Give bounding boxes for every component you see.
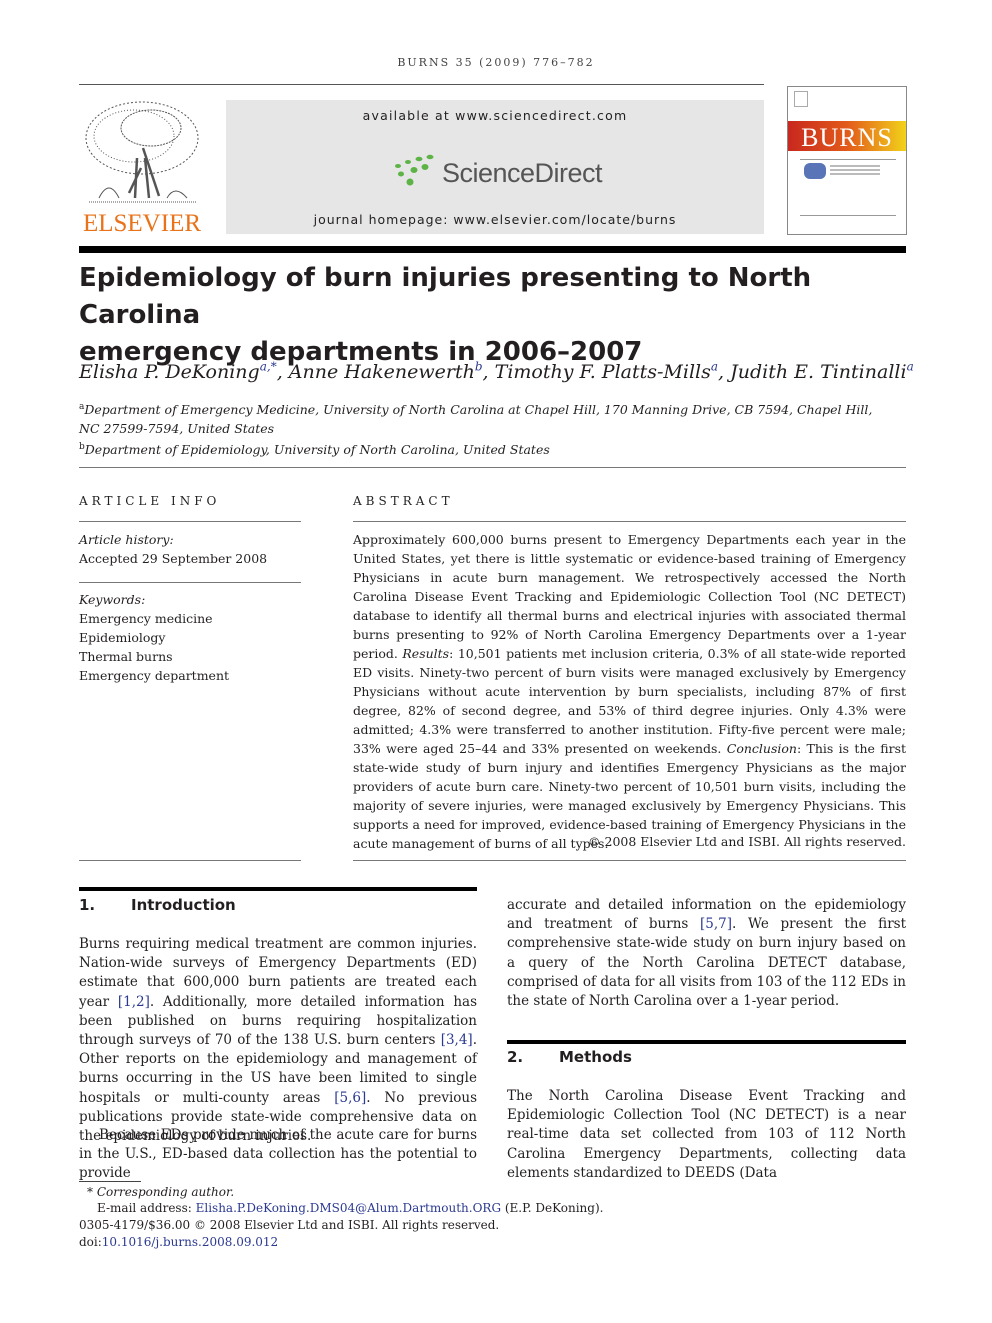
email-label: E-mail address:: [97, 1201, 196, 1215]
keyword: Thermal burns: [79, 649, 173, 664]
history-value: Accepted 29 September 2008: [79, 551, 268, 566]
author-name: Judith E. Tintinalli: [730, 361, 907, 384]
section-title: Methods: [559, 1048, 632, 1066]
citation-link[interactable]: [1,2]: [118, 994, 150, 1010]
citation-link[interactable]: [5,7]: [700, 916, 732, 932]
doi-label: doi:: [79, 1235, 102, 1249]
corresponding-author-note: * Corresponding author.: [87, 1184, 234, 1201]
affiliation-b: bDepartment of Epidemiology, University …: [79, 438, 879, 459]
abstract-text: Approximately 600,000 burns present to E…: [353, 530, 906, 853]
running-head: BURNS 35 (2009) 776–782: [397, 56, 595, 69]
keyword: Emergency department: [79, 668, 230, 683]
email-link[interactable]: Elisha.P.DeKoning.DMS04@Alum.Dartmouth.O…: [196, 1201, 501, 1215]
author[interactable]: Timothy F. Platts-Millsa,: [494, 360, 731, 384]
methods-paragraph-1: The North Carolina Disease Event Trackin…: [507, 1088, 906, 1181]
article-info-bottom-rule: [79, 860, 301, 861]
abstract-background: Approximately 600,000 burns present to E…: [353, 532, 906, 661]
cover-title: BURNS: [801, 123, 893, 152]
author-separator: ,: [718, 361, 731, 384]
author-name: Anne Hakenewerth: [288, 361, 475, 384]
keywords-label: Keywords:: [79, 592, 146, 607]
email-suffix: (E.P. DeKoning).: [501, 1201, 604, 1215]
sciencedirect-banner: available at www.sciencedirect.com Scien…: [226, 100, 764, 234]
issn-line: 0305-4179/$36.00 © 2008 Elsevier Ltd and…: [79, 1218, 500, 1232]
title-line-1: Epidemiology of burn injuries presenting…: [79, 263, 812, 330]
footnote-rule: [79, 1181, 141, 1182]
author-name: Timothy F. Platts-Mills: [494, 361, 711, 384]
abstract-heading: ABSTRACT: [353, 494, 454, 508]
methods-heading-bar: [507, 1040, 906, 1044]
author-separator: ,: [482, 361, 495, 384]
article-info-heading: ARTICLE INFO: [79, 494, 221, 508]
section-heading-methods: 2. Methods: [507, 1048, 632, 1066]
intro-heading-bar: [79, 887, 477, 891]
author-separator: ,: [276, 361, 289, 384]
footnote-label: Corresponding author.: [96, 1185, 235, 1199]
author[interactable]: Anne Hakenewerthb,: [288, 360, 495, 384]
affiliation-text: Department of Epidemiology, University o…: [84, 442, 550, 458]
cover-rule: [800, 159, 896, 160]
intro-paragraph-1: Burns requiring medical treatment are co…: [79, 935, 477, 1146]
intro-paragraph-2-continued: accurate and detailed information on the…: [507, 896, 906, 1011]
email-note: E-mail address: Elisha.P.DeKoning.DMS04@…: [97, 1200, 603, 1217]
author[interactable]: Elisha P. DeKoninga,*,: [79, 360, 289, 384]
results-label: Results: [402, 646, 450, 661]
keyword: Epidemiology: [79, 630, 166, 645]
doi-line: doi:10.1016/j.burns.2008.09.012: [79, 1234, 278, 1251]
citation-link[interactable]: [3,4]: [441, 1032, 473, 1048]
journal-cover[interactable]: BURNS: [787, 86, 907, 235]
author-affiliation-mark[interactable]: a: [711, 360, 718, 374]
sciencedirect-availability[interactable]: available at www.sciencedirect.com: [226, 108, 764, 123]
journal-homepage[interactable]: journal homepage: www.elsevier.com/locat…: [226, 212, 764, 227]
doi-link[interactable]: 10.1016/j.burns.2008.09.012: [102, 1235, 278, 1249]
elsevier-wordmark: ELSEVIER: [82, 210, 202, 237]
section-title: Introduction: [131, 896, 236, 914]
author-name: Elisha P. DeKoning: [79, 361, 260, 384]
sciencedirect-dots-icon: [395, 154, 434, 186]
author-affiliation-mark[interactable]: b: [475, 360, 483, 374]
affiliation-text: Department of Emergency Medicine, Univer…: [84, 402, 873, 418]
header-rule: [79, 84, 764, 85]
citation-link[interactable]: [5,6]: [334, 1090, 366, 1106]
keyword: Emergency medicine: [79, 611, 213, 626]
article-history: Article history: Accepted 29 September 2…: [79, 530, 301, 568]
isbi-logo-icon: [804, 163, 826, 179]
footnote-mark: *: [87, 1185, 93, 1199]
article-title: Epidemiology of burn injuries presenting…: [79, 260, 906, 371]
title-separator-bar: [79, 246, 906, 253]
cover-subtitle-lines: [830, 165, 880, 167]
author-affiliation-mark[interactable]: a: [907, 360, 914, 374]
history-label: Article history:: [79, 532, 174, 547]
abstract-results: : 10,501 patients met inclusion criteria…: [353, 646, 906, 756]
elsevier-logo[interactable]: ELSEVIER: [79, 98, 205, 237]
affiliation-rule: [79, 467, 906, 468]
sciencedirect-logo[interactable]: ScienceDirect: [392, 148, 603, 198]
elsevier-mini-logo-icon: [794, 91, 808, 107]
intro-paragraph-2: Because EDs provide much of the acute ca…: [79, 1127, 477, 1182]
sciencedirect-wordmark: ScienceDirect: [442, 158, 603, 188]
author[interactable]: Judith E. Tintinallia: [730, 360, 914, 384]
section-heading-introduction: 1. Introduction: [79, 896, 236, 914]
abstract-rule: [353, 521, 906, 522]
section-number: 2.: [507, 1048, 524, 1066]
section-number: 1.: [79, 896, 96, 914]
affiliations: aDepartment of Emergency Medicine, Unive…: [79, 398, 879, 459]
elsevier-tree-icon: [85, 101, 199, 203]
keywords-rule: [79, 582, 301, 583]
keywords-block: Keywords: Emergency medicine Epidemiolog…: [79, 590, 301, 685]
affiliation-a-continued: NC 27599-7594, United States: [79, 421, 275, 437]
author-affiliation-mark[interactable]: a,*: [260, 360, 277, 374]
affiliation-a: aDepartment of Emergency Medicine, Unive…: [79, 398, 879, 419]
abstract-copyright: © 2008 Elsevier Ltd and ISBI. All rights…: [588, 834, 906, 849]
conclusion-label: Conclusion: [726, 741, 797, 756]
cover-rule-bottom: [800, 215, 896, 216]
author-list: Elisha P. DeKoninga,*, Anne Hakenewerthb…: [79, 360, 914, 384]
article-info-rule: [79, 521, 301, 522]
abstract-bottom-rule: [353, 860, 906, 861]
